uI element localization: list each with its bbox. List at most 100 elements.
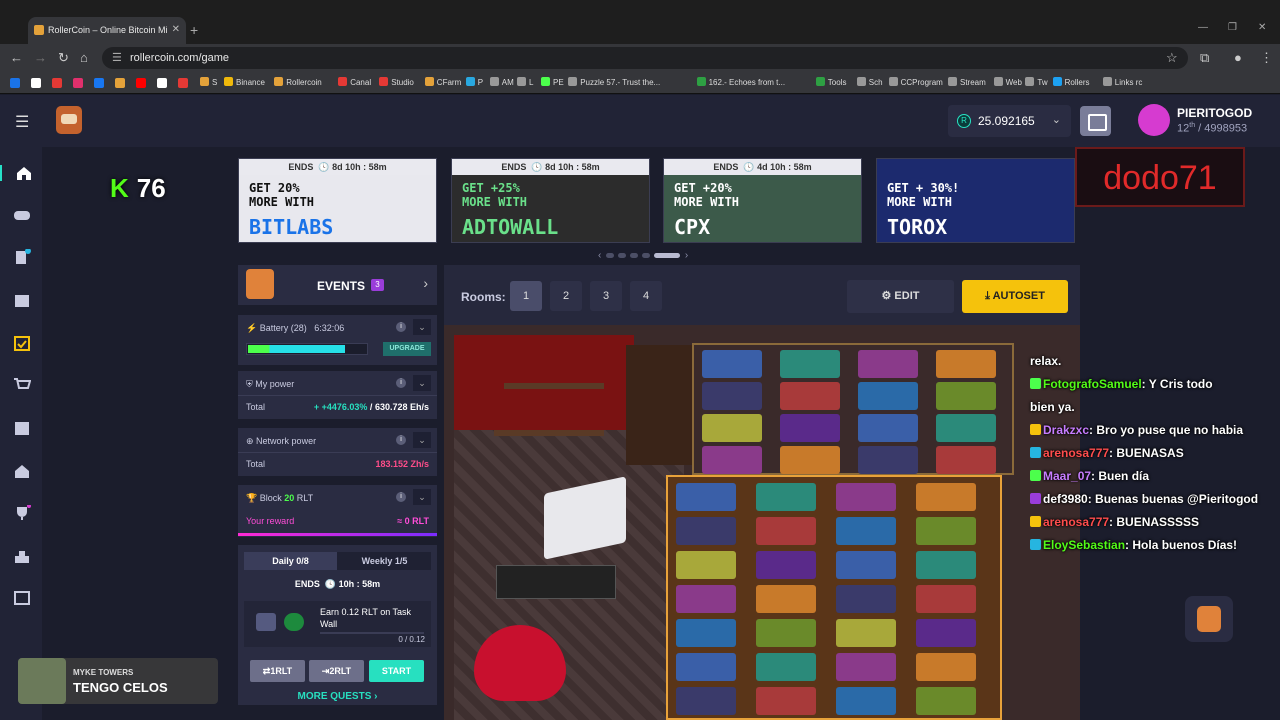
sidebar-item-news[interactable]: [13, 590, 31, 606]
miner[interactable]: [756, 653, 816, 681]
site-info-icon[interactable]: ☰: [112, 51, 122, 64]
sidebar-item-rewards[interactable]: [13, 248, 31, 265]
bookmark-icon[interactable]: [52, 78, 62, 88]
info-icon[interactable]: i: [396, 378, 406, 388]
miner[interactable]: [756, 483, 816, 511]
chevron-down-icon[interactable]: ⌄: [413, 489, 431, 505]
miner[interactable]: [916, 619, 976, 647]
miner[interactable]: [780, 414, 840, 442]
extensions-icon[interactable]: ⧉: [1200, 50, 1209, 66]
bookmark-icon[interactable]: [115, 78, 125, 88]
room-button-2[interactable]: 2: [550, 281, 582, 311]
miner[interactable]: [858, 446, 918, 474]
miner[interactable]: [836, 687, 896, 715]
miner[interactable]: [916, 483, 976, 511]
fox-helper-button[interactable]: [1185, 596, 1233, 642]
minimize-icon[interactable]: —: [1198, 22, 1208, 33]
promo-banner[interactable]: ENDS 🕓 8d 10h : 58m GET +25% MORE WITH ADTO…: [451, 158, 650, 243]
sidebar-item-games[interactable]: [13, 207, 31, 223]
tab-weekly[interactable]: Weekly 1/5: [338, 552, 431, 570]
autoset-button[interactable]: ⤓ AUTOSET: [962, 280, 1068, 313]
info-icon[interactable]: i: [396, 435, 406, 445]
miner[interactable]: [676, 619, 736, 647]
sidebar-item-house[interactable]: [13, 463, 31, 479]
miner[interactable]: [858, 350, 918, 378]
chevron-right-icon[interactable]: ›: [423, 275, 428, 291]
sidebar-item-events[interactable]: [13, 292, 31, 308]
miner[interactable]: [916, 517, 976, 545]
miner[interactable]: [756, 585, 816, 613]
miner[interactable]: [858, 414, 918, 442]
close-tab-icon[interactable]: ✕: [172, 24, 180, 35]
mining-room[interactable]: [444, 325, 1080, 720]
upgrade-button[interactable]: UPGRADE: [383, 342, 431, 356]
bookmark-item[interactable]: Tools: [815, 77, 846, 87]
miner[interactable]: [836, 483, 896, 511]
reload-icon[interactable]: ↻: [58, 50, 69, 66]
bookmark-item[interactable]: Rollercoin: [274, 77, 322, 87]
miner[interactable]: [916, 551, 976, 579]
bookmark-item[interactable]: S: [200, 77, 217, 87]
bookmark-icon[interactable]: [178, 78, 188, 88]
miner[interactable]: [702, 414, 762, 442]
bookmark-item[interactable]: 162.- Echoes from t...: [696, 77, 785, 87]
sidebar-item-trophy[interactable]: [13, 504, 31, 521]
miner[interactable]: [676, 517, 736, 545]
edit-button[interactable]: ⚙ EDIT: [847, 280, 954, 313]
bookmark-item[interactable]: L: [517, 77, 533, 87]
miner[interactable]: [676, 653, 736, 681]
miner[interactable]: [836, 551, 896, 579]
miner[interactable]: [676, 687, 736, 715]
profile-icon[interactable]: ●: [1234, 50, 1242, 65]
miner[interactable]: [780, 350, 840, 378]
close-window-icon[interactable]: ✕: [1258, 22, 1266, 33]
sidebar-item-quests[interactable]: [13, 335, 31, 351]
miner[interactable]: [676, 585, 736, 613]
miner[interactable]: [756, 687, 816, 715]
bookmark-item[interactable]: Stream: [948, 77, 986, 87]
home-icon[interactable]: ⌂: [80, 50, 88, 65]
chevron-down-icon[interactable]: ⌄: [413, 432, 431, 448]
miner[interactable]: [936, 446, 996, 474]
miner[interactable]: [780, 382, 840, 410]
miner[interactable]: [756, 551, 816, 579]
miner[interactable]: [702, 382, 762, 410]
bookmark-icon[interactable]: [157, 78, 167, 88]
sidebar-item-market[interactable]: [13, 377, 32, 393]
miner[interactable]: [936, 350, 996, 378]
miner[interactable]: [836, 653, 896, 681]
miner[interactable]: [676, 551, 736, 579]
quest-1rlt-button[interactable]: ⇄1RLT: [250, 660, 305, 682]
chevron-down-icon[interactable]: ⌄: [413, 319, 431, 335]
sidebar-item-staking[interactable]: [13, 548, 31, 564]
miner[interactable]: [936, 414, 996, 442]
miner[interactable]: [858, 382, 918, 410]
username[interactable]: PIERITOGOD: [1177, 106, 1252, 120]
rollercoin-logo[interactable]: [56, 106, 82, 134]
tab-daily[interactable]: Daily 0/8: [244, 552, 337, 570]
forward-icon[interactable]: →: [34, 50, 47, 65]
chevron-down-icon[interactable]: ⌄: [413, 375, 431, 391]
room-button-4[interactable]: 4: [630, 281, 662, 311]
wallet-icon[interactable]: [1080, 106, 1111, 136]
new-tab-icon[interactable]: +: [190, 22, 198, 38]
bookmark-item[interactable]: Web: [993, 77, 1022, 87]
maximize-icon[interactable]: ❐: [1228, 22, 1237, 33]
bookmark-item[interactable]: Studio: [379, 77, 414, 87]
avatar[interactable]: [1138, 104, 1170, 136]
miner[interactable]: [756, 517, 816, 545]
miner[interactable]: [836, 619, 896, 647]
miner[interactable]: [702, 446, 762, 474]
bookmark-item[interactable]: Links rc: [1102, 77, 1142, 87]
back-icon[interactable]: ←: [10, 50, 23, 65]
balance-selector[interactable]: R 25.092165 ⌄: [948, 105, 1071, 137]
bookmark-icon[interactable]: [10, 78, 20, 88]
sidebar-item-home[interactable]: [0, 165, 31, 181]
more-quests-link[interactable]: MORE QUESTS ›: [238, 691, 437, 702]
bookmark-item[interactable]: Binance: [224, 77, 265, 87]
bookmark-icon[interactable]: [94, 78, 104, 88]
miner[interactable]: [836, 585, 896, 613]
bookmark-item[interactable]: Puzzle 57.- Trust the...: [568, 77, 660, 87]
hamburger-menu-icon[interactable]: ☰: [15, 112, 29, 132]
miner[interactable]: [676, 483, 736, 511]
